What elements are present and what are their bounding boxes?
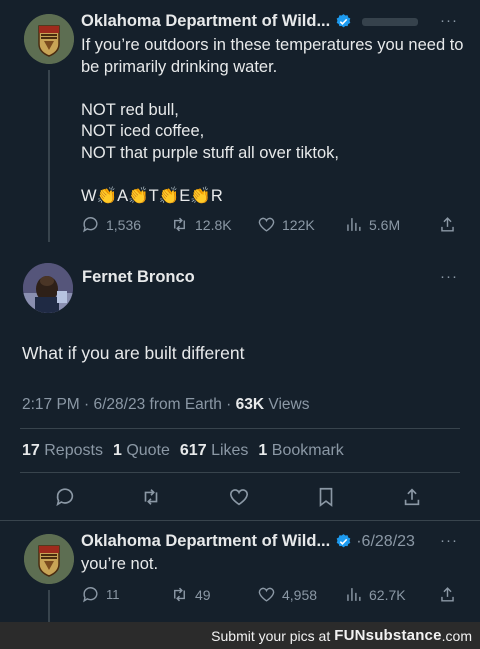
tweet-text: What if you are built different	[22, 343, 245, 363]
reply-button[interactable]: 1,536	[81, 215, 141, 234]
views-button[interactable]: 62.7K	[344, 585, 406, 604]
views-count: 63K	[235, 396, 265, 413]
share-icon	[404, 488, 420, 506]
tweet-text: If you’re outdoors in these temperatures…	[81, 36, 464, 205]
divider	[0, 520, 480, 521]
share-icon	[441, 217, 454, 232]
stat-label: Quote	[126, 442, 170, 459]
odwc-avatar[interactable]	[24, 14, 74, 64]
fernet-bronco-avatar[interactable]	[23, 263, 73, 313]
repost-count: 49	[195, 586, 211, 603]
bookmark-icon	[319, 487, 333, 507]
author-name[interactable]: Oklahoma Department of Wild...	[81, 532, 330, 551]
views-icon	[347, 218, 361, 231]
views-label: Views	[264, 396, 310, 413]
tweet-timestamp: 2:17 PM · 6/28/23 from Earth · 63K Views	[22, 396, 309, 414]
reposts-stat[interactable]: 17 Reposts	[22, 442, 103, 460]
like-button[interactable]: 4,958	[257, 585, 317, 604]
share-icon	[441, 587, 454, 602]
tweet-text: you’re not.	[81, 555, 159, 573]
odwc-avatar[interactable]	[24, 534, 74, 584]
reply-count: 1,536	[106, 216, 142, 233]
bookmark-button[interactable]	[315, 486, 337, 508]
quotes-stat[interactable]: 1 Quote	[113, 442, 170, 460]
repost-button[interactable]: 12.8K	[170, 215, 232, 234]
tweet2-header: Fernet Bronco	[82, 268, 195, 287]
like-count: 4,958	[282, 586, 318, 603]
tweet1-header: Oklahoma Department of Wild...	[81, 12, 419, 31]
profile-photo-icon	[23, 263, 73, 313]
divider	[20, 472, 460, 473]
views-icon	[347, 588, 361, 601]
share-button[interactable]	[438, 585, 457, 604]
stat-value: 1	[112, 442, 122, 459]
stat-label: Reposts	[44, 442, 103, 459]
repost-button[interactable]: 49	[170, 585, 211, 604]
thread-line	[48, 590, 50, 622]
reply-count: 11	[106, 587, 120, 602]
share-button[interactable]	[438, 215, 457, 234]
views-count: 5.6M	[369, 216, 401, 233]
reply-icon	[83, 217, 98, 233]
reply-button[interactable]	[54, 486, 76, 508]
repost-icon	[174, 217, 185, 232]
reply-icon	[83, 587, 98, 603]
share-button[interactable]	[401, 486, 423, 508]
stat-label: Likes	[211, 442, 249, 459]
timestamp-text[interactable]: 2:17 PM · 6/28/23 from Earth ·	[22, 396, 236, 413]
like-button[interactable]	[228, 486, 250, 508]
more-options-icon[interactable]: ···	[440, 12, 458, 29]
author-name[interactable]: Oklahoma Department of Wild...	[81, 12, 330, 31]
like-count: 122K	[282, 216, 315, 233]
watermark-footer: Submit your pics at FUNsubstance .com	[0, 622, 480, 649]
footer-text: Submit your pics at	[211, 627, 331, 644]
stat-label: Bookmark	[271, 442, 344, 459]
views-button[interactable]: 5.6M	[344, 215, 400, 234]
site-brand[interactable]: FUNsubstance	[334, 627, 441, 644]
likes-stat[interactable]: 617 Likes	[180, 442, 249, 460]
odwc-logo-icon	[24, 534, 74, 584]
views-count: 62.7K	[369, 586, 406, 603]
heart-icon	[258, 217, 275, 232]
heart-icon	[229, 489, 249, 506]
author-name[interactable]: Fernet Bronco	[82, 268, 195, 287]
more-options-icon[interactable]: ···	[440, 532, 458, 549]
stat-value: 1	[258, 442, 268, 459]
more-options-icon[interactable]: ···	[440, 268, 458, 285]
footer-suffix: .com	[441, 627, 472, 644]
tweet-thread: Oklahoma Department of Wild... ··· If yo…	[0, 0, 480, 622]
heart-icon	[258, 587, 275, 602]
reply-icon	[56, 488, 74, 507]
bookmarks-stat[interactable]: 1 Bookmark	[258, 442, 343, 460]
odwc-logo-icon	[24, 14, 74, 64]
like-button[interactable]: 122K	[257, 215, 315, 234]
repost-icon	[144, 489, 158, 505]
verified-badge-icon	[336, 14, 351, 28]
thread-line	[48, 70, 50, 242]
redacted-handle	[362, 17, 419, 26]
tweet3-header: Oklahoma Department of Wild... ·6/28/23	[81, 532, 415, 551]
engagement-stats: 17 Reposts 1 Quote 617 Likes 1 Bookmark	[22, 442, 344, 460]
repost-button[interactable]	[140, 486, 162, 508]
repost-count: 12.8K	[195, 216, 232, 233]
repost-icon	[174, 587, 185, 602]
stat-value: 617	[179, 442, 207, 459]
tweet-date[interactable]: ·6/28/23	[356, 533, 415, 551]
divider	[20, 428, 460, 429]
verified-badge-icon	[336, 534, 351, 548]
reply-button[interactable]: 11	[81, 585, 120, 604]
stat-value: 17	[22, 442, 40, 459]
